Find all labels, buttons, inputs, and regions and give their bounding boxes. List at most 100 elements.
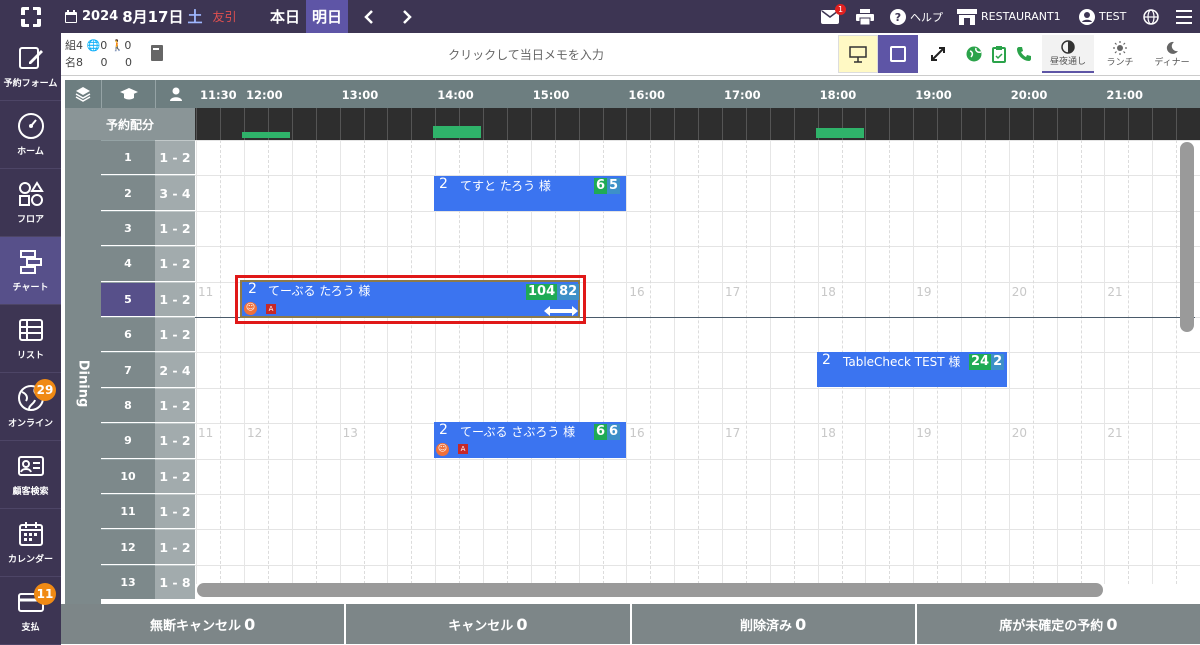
time-label: 12:00 [246, 88, 283, 102]
hamburger-menu-button[interactable] [1176, 0, 1192, 33]
cancel-count: 0 [516, 614, 528, 634]
sidebar-item-reservation-form[interactable]: 予約フォーム [0, 33, 61, 101]
web-icon: 🌐 [86, 39, 101, 52]
reservation-name: てーぶる たろう 様 [268, 284, 371, 298]
table-name-cell[interactable]: 8 [101, 387, 155, 423]
smile-icon: ☺ [244, 302, 257, 315]
sidebar: 予約フォーム ホーム フロア チャート リスト オンライン 29 顧客検索 カレ… [0, 33, 61, 645]
mode-dinner[interactable]: ディナー [1146, 35, 1198, 73]
next-day-button[interactable] [394, 0, 420, 33]
table-capacity-cell: 1 - 2 [155, 494, 195, 529]
table-capacity: 1 - 2 [159, 504, 191, 520]
sidebar-item-online[interactable]: オンライン 29 [0, 373, 61, 441]
layers-icon[interactable] [65, 80, 101, 108]
sidebar-item-calendar[interactable]: カレンダー [0, 509, 61, 577]
prev-day-button[interactable] [356, 0, 382, 33]
web-booking-button[interactable] [964, 35, 984, 73]
person-icon[interactable] [155, 80, 195, 108]
sidebar-item-customer-search[interactable]: 顧客検索 [0, 441, 61, 509]
mode-all-day[interactable]: 昼夜通し [1042, 35, 1094, 73]
table-view-button[interactable] [878, 35, 918, 73]
tomorrow-button[interactable]: 明日 [306, 0, 348, 33]
table-name-cell[interactable]: 7 [101, 352, 155, 387]
list-icon [18, 319, 43, 341]
svg-text:?: ? [895, 11, 901, 24]
table-name-cell[interactable]: 2 [101, 175, 155, 210]
table-name-cell[interactable]: 4 [101, 246, 155, 281]
table-name-cell[interactable]: 13 [101, 564, 155, 600]
vertical-scrollbar[interactable] [1180, 142, 1194, 332]
grid-line [244, 140, 245, 584]
deleted-count: 0 [795, 614, 807, 634]
chart-icon [19, 250, 42, 274]
mode-lunch[interactable]: ランチ [1094, 35, 1146, 73]
reservation-people: 2 [822, 352, 831, 368]
fullscreen-button[interactable] [923, 35, 953, 73]
table-capacity: 1 - 2 [159, 327, 191, 343]
help-label: ヘルプ [910, 10, 943, 24]
grid-line [1008, 140, 1010, 584]
sidebar-item-chart[interactable]: チャート [0, 237, 61, 305]
table-name-cell[interactable]: 10 [101, 458, 155, 493]
sidebar-item-home[interactable]: ホーム [0, 101, 61, 169]
reservation-block-selected[interactable]: 2 てーぶる たろう 様 104 82 ☺ A [240, 280, 580, 318]
reservation-block[interactable]: 2 TableCheck TEST 様 24 2 [817, 352, 1007, 387]
sidebar-item-list[interactable]: リスト [0, 305, 61, 373]
horizontal-scrollbar[interactable] [197, 583, 1103, 597]
table-name: 2 [124, 186, 132, 200]
moon-icon [1166, 41, 1178, 54]
today-button[interactable]: 本日 [264, 0, 306, 33]
allocation-tick [913, 108, 915, 140]
grid-line [220, 140, 222, 584]
noshow-cancel-button[interactable]: 無断キャンセル 0 [61, 604, 344, 644]
allocation-tick [363, 108, 365, 140]
time-label: 19:00 [915, 88, 952, 102]
reservation-block[interactable]: 2 てーぶる さぶろう 様 66 ☺ A [434, 422, 626, 458]
phone-button[interactable] [1014, 35, 1034, 73]
stats-people-row: 名8 0 0 [65, 54, 132, 71]
daily-memo-input[interactable]: クリックして当日メモを入力 [161, 41, 891, 69]
mail-badge: 1 [835, 4, 846, 15]
table-name: 4 [124, 257, 132, 271]
sidebar-item-floor[interactable]: フロア [0, 169, 61, 237]
sidebar-label: ホーム [17, 147, 44, 157]
smile-icon: ☺ [436, 443, 449, 456]
table-name-cell[interactable]: 1 [101, 140, 155, 175]
deleted-button[interactable]: 削除済み 0 [629, 604, 915, 644]
table-name-cell[interactable]: 11 [101, 494, 155, 529]
visit-count-2: 5 [607, 178, 621, 194]
restaurant-selector[interactable]: RESTAURANT1 [957, 0, 1061, 33]
sidebar-label: フロア [16, 215, 44, 225]
allocation-tick [530, 108, 532, 140]
help-button[interactable]: ? ヘルプ [890, 0, 943, 33]
table-name-cell[interactable]: 6 [101, 317, 155, 352]
resize-handle[interactable] [544, 306, 578, 316]
grid-line [1032, 140, 1034, 584]
app-logo[interactable] [0, 0, 61, 33]
grid-line [1128, 140, 1130, 584]
table-name-cell[interactable]: 5 [101, 281, 155, 316]
table-name-cell[interactable]: 9 [101, 423, 155, 458]
mail-button[interactable]: 1 [821, 0, 846, 33]
table-name-cell[interactable]: 3 [101, 210, 155, 246]
cancel-button[interactable]: キャンセル 0 [344, 604, 629, 644]
clipboard-button[interactable] [989, 35, 1009, 73]
grid-line [650, 140, 652, 584]
user-menu[interactable]: TEST [1079, 0, 1126, 33]
language-button[interactable] [1143, 0, 1159, 33]
print-button[interactable] [856, 0, 876, 33]
date-picker[interactable]: 2024 8月17日 土 友引 [64, 6, 237, 27]
signage-button[interactable] [838, 35, 878, 73]
stats-groups-row: 組4 🌐0 🚶0 [65, 37, 132, 54]
time-label: 11:30 [200, 88, 237, 102]
reservation-name: てすと たろう 様 [460, 179, 551, 193]
reservation-block[interactable]: 2 てすと たろう 様 65 [434, 176, 626, 211]
unassigned-button[interactable]: 席が未確定の予約 0 [914, 604, 1200, 644]
allocation-tick [722, 108, 723, 140]
sidebar-item-payment[interactable]: 支払 11 [0, 577, 61, 645]
table-name-cell[interactable]: 12 [101, 529, 155, 564]
allergy-icon: A [266, 304, 276, 314]
user-name: TEST [1099, 10, 1127, 23]
time-label: 21:00 [1106, 88, 1143, 102]
graduation-cap-icon[interactable] [101, 80, 155, 108]
